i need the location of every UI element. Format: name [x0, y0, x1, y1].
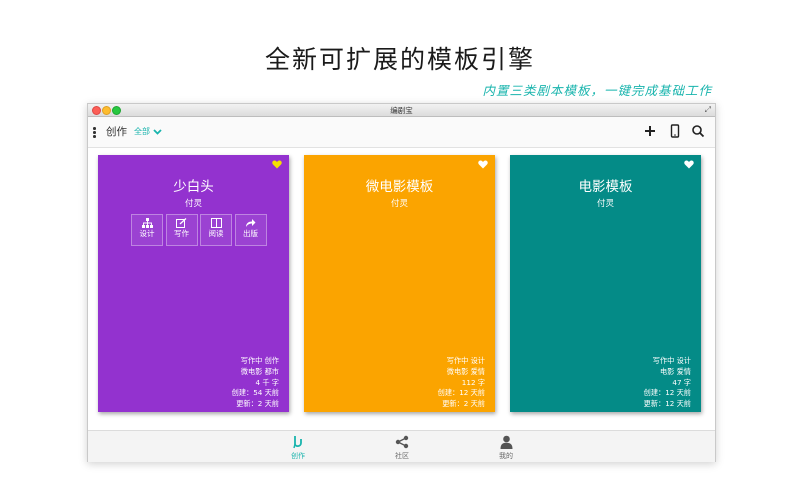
design-button[interactable]: 设计	[131, 214, 163, 246]
nav-community[interactable]: 社区	[382, 435, 422, 461]
publish-button[interactable]: 出版	[234, 214, 267, 246]
share-icon	[246, 219, 256, 227]
read-button[interactable]: 阅读	[200, 214, 232, 246]
card-updated: 更新：2 天前	[236, 399, 279, 409]
card-created: 创建：12 天前	[643, 388, 691, 398]
action-label: 出版	[243, 229, 258, 238]
menu-icon[interactable]	[93, 127, 96, 139]
nav-label: 创作	[291, 452, 305, 460]
card-genre: 电影 爱情	[659, 366, 691, 376]
bottom-nav: 创作 社区 我的	[88, 430, 715, 462]
chevron-down-icon	[152, 128, 162, 135]
card-created: 创建：54 天前	[231, 388, 279, 398]
promo-subline: 内置三类剧本模板，一键完成基础工作	[482, 83, 712, 98]
write-button[interactable]: 写作	[165, 214, 198, 246]
promo-headline: 全新可扩展的模板引擎	[264, 45, 535, 74]
window-titlebar[interactable]: 编剧宝 ⤢	[88, 104, 715, 117]
card-title: 少白头	[173, 179, 214, 195]
script-card[interactable]: 微电影模板 付灵 写作中 设计 微电影 爱情 112 字 创建：12 天前 更新…	[304, 155, 495, 412]
book-icon	[210, 218, 222, 228]
card-updated: 更新：2 天前	[442, 399, 485, 409]
edit-icon	[176, 218, 187, 228]
filter-dropdown[interactable]: 全部	[134, 126, 162, 137]
share-icon	[395, 435, 409, 449]
script-card[interactable]: 少白头 付灵 设计 写作 阅读 出版 写作中 创作 微电影 都市 4 千 字 创…	[98, 155, 289, 412]
card-updated: 更新：12 天前	[643, 399, 691, 409]
heart-icon[interactable]	[684, 160, 694, 169]
user-icon	[500, 435, 512, 449]
card-author: 付灵	[184, 199, 202, 209]
card-status: 写作中 创作	[240, 356, 279, 365]
window-title: 编剧宝	[390, 106, 413, 115]
fullscreen-icon[interactable]: ⤢	[705, 105, 711, 115]
card-wordcount: 4 千 字	[255, 377, 279, 387]
heart-icon[interactable]	[272, 160, 282, 169]
card-meta: 写作中 设计 电影 爱情 47 字 创建：12 天前 更新：12 天前	[644, 356, 691, 410]
card-wordcount: 112 字	[461, 377, 485, 387]
card-author: 付灵	[390, 199, 408, 209]
section-title: 创作	[106, 126, 127, 138]
card-actions: 设计 写作 阅读 出版	[131, 214, 269, 246]
card-title: 微电影模板	[365, 179, 434, 195]
card-author: 付灵	[596, 199, 614, 209]
card-status: 写作中 设计	[446, 356, 485, 365]
card-wordcount: 47 字	[672, 377, 691, 387]
sitemap-icon	[141, 218, 153, 228]
app-window: 编剧宝 ⤢ 创作 全部 少白头 付灵 设计 写作 阅读 出版 写作中 创作 微电…	[87, 103, 716, 462]
action-label: 阅读	[208, 229, 224, 238]
card-meta: 写作中 创作 微电影 都市 4 千 字 创建：54 天前 更新：2 天前	[232, 356, 279, 410]
nav-label: 社区	[395, 452, 409, 460]
nav-profile[interactable]: 我的	[486, 435, 526, 461]
card-meta: 写作中 设计 微电影 爱情 112 字 创建：12 天前 更新：2 天前	[438, 356, 485, 410]
action-label: 写作	[174, 229, 189, 238]
card-area: 少白头 付灵 设计 写作 阅读 出版 写作中 创作 微电影 都市 4 千 字 创…	[88, 147, 715, 417]
action-label: 设计	[139, 229, 155, 238]
script-card[interactable]: 电影模板 付灵 写作中 设计 电影 爱情 47 字 创建：12 天前 更新：12…	[510, 155, 701, 412]
pen-icon	[293, 436, 302, 449]
card-title: 电影模板	[578, 179, 633, 195]
phone-icon[interactable]	[668, 124, 682, 138]
card-genre: 微电影 都市	[240, 366, 279, 376]
toolbar: 创作 全部	[88, 117, 715, 148]
filter-label: 全部	[134, 127, 150, 136]
card-status: 写作中 设计	[652, 356, 691, 365]
heart-icon[interactable]	[478, 160, 488, 169]
card-created: 创建：12 天前	[437, 388, 485, 398]
search-icon[interactable]	[691, 124, 705, 138]
nav-label: 我的	[499, 452, 513, 460]
plus-icon[interactable]	[643, 124, 657, 138]
card-genre: 微电影 爱情	[446, 366, 485, 376]
nav-create[interactable]: 创作	[278, 435, 318, 461]
